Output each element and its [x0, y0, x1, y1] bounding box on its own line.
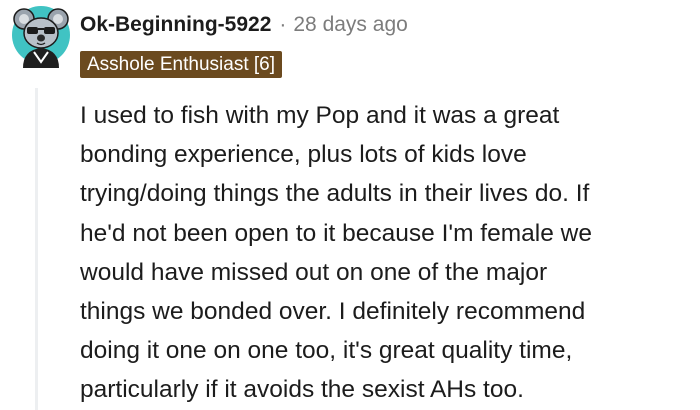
- username-link[interactable]: Ok-Beginning-5922: [80, 13, 271, 37]
- user-flair: Asshole Enthusiast [6]: [80, 51, 282, 78]
- timestamp-link[interactable]: 28 days ago: [293, 13, 407, 37]
- comment-body-line: trying/doing things the adults in their …: [80, 180, 590, 208]
- comment-body-line: would have missed out on one of the majo…: [80, 258, 548, 286]
- comment-body: I used to fish with my Pop and it was a …: [80, 96, 695, 410]
- comment-body-line: he'd not been open to it because I'm fem…: [80, 219, 592, 247]
- user-avatar[interactable]: [10, 2, 72, 68]
- thread-collapse-line[interactable]: [35, 88, 38, 410]
- koala-snoo-avatar-icon: [12, 6, 70, 68]
- comment-body-line: bonding experience, plus lots of kids lo…: [80, 141, 527, 169]
- comment-body-line: things we bonded over. I definitely reco…: [80, 298, 586, 326]
- comment-meta: Ok-Beginning-5922 · 28 days ago: [80, 10, 408, 40]
- comment: Ok-Beginning-5922 · 28 days ago Asshole …: [0, 0, 700, 410]
- comment-body-line: doing it one on one too, it's great qual…: [80, 337, 573, 365]
- meta-separator: ·: [279, 13, 287, 36]
- comment-body-line: particularly if it avoids the sexist AHs…: [80, 376, 524, 404]
- comment-body-line: I used to fish with my Pop and it was a …: [80, 102, 560, 129]
